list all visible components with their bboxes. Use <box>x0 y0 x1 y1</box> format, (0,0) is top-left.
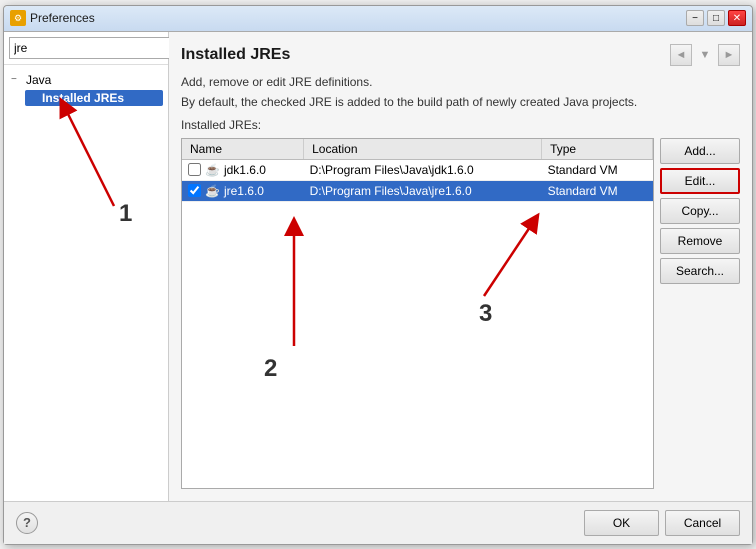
expand-java-icon: − <box>11 74 23 85</box>
row1-checkbox[interactable] <box>188 163 201 176</box>
content-area: − Java Installed JREs <box>4 32 752 501</box>
window-controls: − □ ✕ <box>686 10 746 26</box>
col-header-name: Name <box>182 139 304 160</box>
row2-checkbox[interactable] <box>188 184 201 197</box>
bottom-bar: ? OK Cancel <box>4 501 752 544</box>
tree-node-java: − Java Installed JREs <box>9 70 163 110</box>
row1-location: D:\Program Files\Java\jdk1.6.0 <box>304 159 542 180</box>
row1-name: ☕ jdk1.6.0 <box>182 159 304 180</box>
copy-button[interactable]: Copy... <box>660 198 740 224</box>
right-panel: Installed JREs ◄ ▼ ► Add, remove or edit… <box>169 32 752 501</box>
row2-name-text: jre1.6.0 <box>224 184 264 198</box>
remove-button[interactable]: Remove <box>660 228 740 254</box>
search-input[interactable] <box>9 37 174 59</box>
nav-arrows: ◄ ▼ ► <box>670 44 740 66</box>
search-container <box>4 32 168 65</box>
tree-java-label[interactable]: − Java <box>9 72 163 88</box>
edit-button[interactable]: Edit... <box>660 168 740 194</box>
row1-icon: ☕ <box>205 163 220 177</box>
title-bar: ⚙ Preferences − □ ✕ <box>4 6 752 32</box>
col-header-type: Type <box>542 139 653 160</box>
row2-name: ☕ jre1.6.0 <box>182 180 304 201</box>
ok-button[interactable]: OK <box>584 510 659 536</box>
nav-forward-button[interactable]: ► <box>718 44 740 66</box>
window-title: Preferences <box>30 11 686 25</box>
table-row[interactable]: ☕ jre1.6.0 D:\Program Files\Java\jre1.6.… <box>182 180 653 201</box>
col-header-location: Location <box>304 139 542 160</box>
jre-table-container: Name Location Type ☕ <box>181 138 654 489</box>
help-button[interactable]: ? <box>16 512 38 534</box>
java-label: Java <box>26 73 51 87</box>
installed-jres-label: Installed JREs <box>42 91 124 105</box>
row2-icon: ☕ <box>205 184 220 198</box>
row1-name-text: jdk1.6.0 <box>224 163 266 177</box>
add-button[interactable]: Add... <box>660 138 740 164</box>
search-button[interactable]: Search... <box>660 258 740 284</box>
row2-location: D:\Program Files\Java\jre1.6.0 <box>304 180 542 201</box>
description-line1: Add, remove or edit JRE definitions. <box>181 74 740 91</box>
close-button[interactable]: ✕ <box>728 10 746 26</box>
maximize-button[interactable]: □ <box>707 10 725 26</box>
left-panel: − Java Installed JREs <box>4 32 169 501</box>
bottom-buttons: OK Cancel <box>584 510 740 536</box>
minimize-button[interactable]: − <box>686 10 704 26</box>
installed-label: Installed JREs: <box>181 117 740 134</box>
row2-type: Standard VM <box>542 180 653 201</box>
table-section: Name Location Type ☕ <box>181 138 740 489</box>
tree-installed-jres-label[interactable]: Installed JREs <box>25 90 163 106</box>
preferences-window: ⚙ Preferences − □ ✕ <box>3 5 753 545</box>
panel-title: Installed JREs <box>181 46 290 64</box>
row1-type: Standard VM <box>542 159 653 180</box>
window-icon: ⚙ <box>10 10 26 26</box>
nav-back-button[interactable]: ◄ <box>670 44 692 66</box>
cancel-button[interactable]: Cancel <box>665 510 740 536</box>
tree-area: − Java Installed JREs <box>4 65 168 501</box>
description-line2: By default, the checked JRE is added to … <box>181 94 740 111</box>
tree-children-java: Installed JREs <box>25 88 163 108</box>
tree-node-installed-jres: Installed JREs <box>25 88 163 108</box>
panel-header: Installed JREs ◄ ▼ ► <box>181 44 740 66</box>
table-row[interactable]: ☕ jdk1.6.0 D:\Program Files\Java\jdk1.6.… <box>182 159 653 180</box>
jre-table: Name Location Type ☕ <box>182 139 653 202</box>
action-buttons: Add... Edit... Copy... Remove Search... <box>660 138 740 489</box>
nav-separator: ▼ <box>694 44 716 66</box>
